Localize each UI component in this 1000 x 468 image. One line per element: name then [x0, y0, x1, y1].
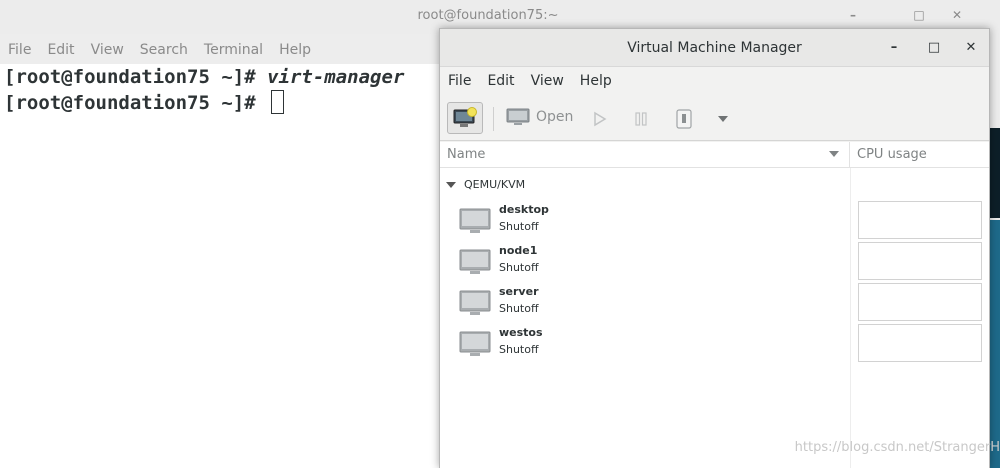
vm-list-header: Name CPU usage	[440, 142, 989, 168]
shutdown-icon[interactable]	[675, 109, 693, 129]
vm-state: Shutoff	[499, 343, 539, 356]
vmm-menu-file[interactable]: File	[440, 71, 479, 95]
open-button[interactable]: Open	[506, 107, 573, 127]
new-vm-button[interactable]	[447, 102, 483, 134]
cpu-usage-graph	[858, 201, 982, 239]
vmm-titlebar[interactable]: Virtual Machine Manager – □ ✕	[440, 29, 989, 67]
terminal-line: [root@foundation75 ~]# virt-manager	[4, 66, 404, 88]
vm-row-server[interactable]: server Shutoff	[440, 283, 989, 324]
shutdown-dropdown-icon[interactable]	[717, 115, 729, 123]
terminal-menu-terminal[interactable]: Terminal	[196, 38, 271, 62]
vmm-toolbar: Open	[440, 97, 989, 141]
run-icon[interactable]	[592, 111, 608, 127]
column-header-cpu[interactable]: CPU usage	[857, 147, 927, 162]
pause-icon[interactable]	[633, 111, 649, 127]
vm-state: Shutoff	[499, 302, 539, 315]
shell-prompt: [root@foundation75 ~]#	[4, 92, 268, 114]
terminal-menu-search[interactable]: Search	[132, 38, 196, 62]
new-vm-icon	[453, 107, 477, 127]
vm-row-westos[interactable]: westos Shutoff	[440, 324, 989, 365]
terminal-menu-edit[interactable]: Edit	[39, 38, 82, 62]
vm-list[interactable]: Name CPU usage QEMU/KVM desktop Shutoff	[440, 142, 989, 468]
desktop-panel-edge-dark	[990, 128, 1000, 218]
sort-arrow-icon[interactable]	[829, 151, 839, 157]
vm-name: westos	[499, 326, 543, 339]
open-button-label: Open	[536, 109, 574, 125]
terminal-title: root@foundation75:~	[417, 8, 559, 23]
vmm-menu-help[interactable]: Help	[572, 71, 620, 95]
toolbar-separator	[493, 107, 494, 131]
watermark: https://blog.csdn.net/StrangerH	[794, 440, 1000, 455]
monitor-icon	[506, 108, 530, 125]
terminal-menubar: File Edit View Search Terminal Help	[0, 38, 319, 62]
vmm-menubar: File Edit View Help	[440, 71, 620, 95]
cpu-usage-graph	[858, 283, 982, 321]
text-cursor	[271, 90, 285, 114]
vm-monitor-icon	[459, 331, 491, 356]
vm-monitor-icon	[459, 249, 491, 274]
vm-name: desktop	[499, 203, 549, 216]
vmm-minimize-button[interactable]: –	[886, 40, 902, 56]
shell-command: virt-manager	[267, 66, 405, 88]
vmm-menu-view[interactable]: View	[523, 71, 572, 95]
cpu-usage-graph	[858, 324, 982, 362]
vm-monitor-icon	[459, 208, 491, 233]
vm-state: Shutoff	[499, 220, 539, 233]
connection-row[interactable]: QEMU/KVM	[446, 178, 525, 191]
terminal-maximize-button[interactable]: □	[912, 8, 926, 22]
shell-prompt: [root@foundation75 ~]#	[4, 66, 268, 88]
column-header-name[interactable]: Name	[447, 147, 485, 162]
cpu-usage-graph	[858, 242, 982, 280]
vm-name: server	[499, 285, 539, 298]
virt-manager-window[interactable]: Virtual Machine Manager – □ ✕ File Edit …	[439, 28, 990, 468]
vm-row-node1[interactable]: node1 Shutoff	[440, 242, 989, 283]
terminal-line: [root@foundation75 ~]#	[4, 90, 285, 114]
vmm-menu-edit[interactable]: Edit	[479, 71, 522, 95]
terminal-menu-view[interactable]: View	[83, 38, 132, 62]
expander-icon[interactable]	[446, 181, 456, 188]
vm-state: Shutoff	[499, 261, 539, 274]
connection-label: QEMU/KVM	[464, 178, 526, 191]
column-divider[interactable]	[849, 142, 850, 168]
vm-monitor-icon	[459, 290, 491, 315]
vm-name: node1	[499, 244, 538, 257]
terminal-menu-help[interactable]: Help	[271, 38, 319, 62]
vmm-maximize-button[interactable]: □	[926, 40, 942, 56]
terminal-minimize-button[interactable]: –	[846, 8, 860, 22]
vmm-title: Virtual Machine Manager	[627, 40, 802, 56]
terminal-menu-file[interactable]: File	[0, 38, 39, 62]
vm-row-desktop[interactable]: desktop Shutoff	[440, 201, 989, 242]
desktop-panel-edge-dark	[990, 220, 1000, 468]
terminal-close-button[interactable]: ✕	[950, 8, 964, 22]
vmm-close-button[interactable]: ✕	[963, 40, 979, 56]
